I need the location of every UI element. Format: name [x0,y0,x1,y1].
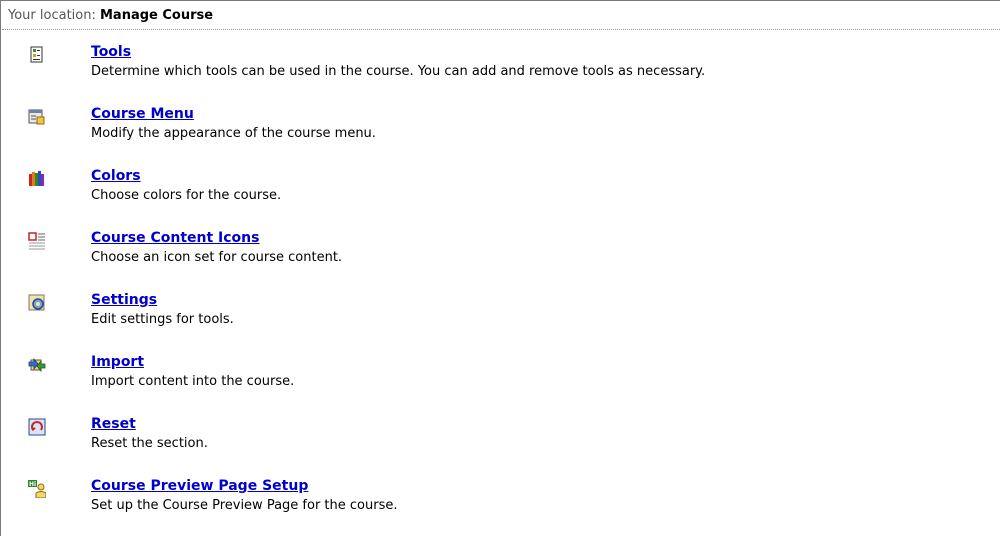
course-preview-page-setup-link[interactable]: Course Preview Page Setup [91,477,308,495]
list-item-colors: Colors Choose colors for the course. [1,167,1000,229]
course-menu-description: Modify the appearance of the course menu… [91,126,376,141]
list-item-course-content-icons: Course Content Icons Choose an icon set … [1,229,1000,291]
list-item-course-menu: Course Menu Modify the appearance of the… [1,105,1000,167]
breadcrumb: Your location: Manage Course [2,2,1000,30]
reset-link[interactable]: Reset [91,415,136,433]
course-menu-link[interactable]: Course Menu [91,105,194,123]
list-item-reset: Reset Reset the section. [1,415,1000,477]
tools-description: Determine which tools can be used in the… [91,64,706,79]
settings-link[interactable]: Settings [91,291,157,309]
import-description: Import content into the course. [91,374,295,389]
colors-link[interactable]: Colors [91,167,141,185]
breadcrumb-prefix: Your location: [8,8,96,23]
tools-icon[interactable] [28,46,46,64]
list-item-settings: Settings Edit settings for tools. [1,291,1000,353]
course-content-icons-description: Choose an icon set for course content. [91,250,343,265]
svg-text:Hi: Hi [29,481,36,488]
preview-setup-icon[interactable]: Hi [28,480,46,498]
manage-course-list: Tools Determine which tools can be used … [1,43,1000,539]
content-icons-icon[interactable] [28,232,46,250]
breadcrumb-current: Manage Course [100,8,214,23]
list-item-course-preview-page-setup: Hi Course Preview Page Setup Set up the … [1,477,1000,539]
course-preview-page-setup-description: Set up the Course Preview Page for the c… [91,498,398,513]
content-frame: Your location: Manage Course Tools Deter… [0,0,1000,536]
course-menu-icon[interactable] [28,108,46,126]
colors-icon[interactable] [28,170,46,188]
list-item-import: Import Import content into the course. [1,353,1000,415]
reset-icon[interactable] [28,418,46,436]
settings-icon[interactable] [28,294,46,312]
list-item-tools: Tools Determine which tools can be used … [1,43,1000,105]
colors-description: Choose colors for the course. [91,188,282,203]
course-content-icons-link[interactable]: Course Content Icons [91,229,259,247]
settings-description: Edit settings for tools. [91,312,234,327]
import-icon[interactable] [28,356,46,374]
tools-link[interactable]: Tools [91,43,131,61]
reset-description: Reset the section. [91,436,208,451]
import-link[interactable]: Import [91,353,144,371]
